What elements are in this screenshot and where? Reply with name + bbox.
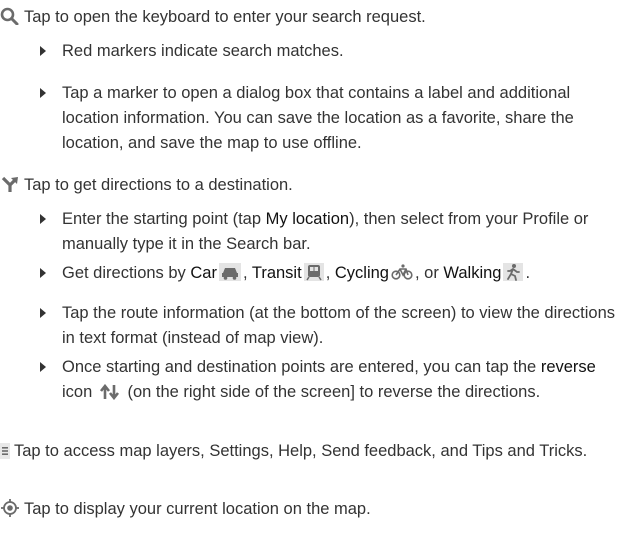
directions-bullet-4: Once starting and destination points are… (40, 355, 630, 408)
walking-icon (503, 263, 524, 289)
cycling-icon (391, 263, 413, 289)
bullet-marker (40, 214, 46, 224)
car-icon (218, 263, 241, 289)
walking-label: Walking (443, 264, 502, 282)
search-bullet-2: Tap a marker to open a dialog box that c… (40, 81, 630, 156)
bullet-text: Get directions by (62, 264, 191, 282)
bullet-marker (40, 46, 46, 56)
car-label: Car (190, 264, 217, 282)
transit-icon (303, 263, 324, 289)
bullet-marker (40, 88, 46, 98)
bullet-marker (40, 268, 46, 278)
bullet-text: Tap the route information (at the bottom… (62, 304, 616, 347)
bullet-text: Tap a marker to open a dialog box that c… (62, 84, 574, 152)
directions-item: Tap to get directions to a destination. (0, 173, 630, 201)
bullet-text-after: (on the right side of the screen] to rev… (122, 383, 541, 401)
help-page: Tap to open the keyboard to enter your s… (0, 0, 633, 533)
location-item: Tap to display your current location on … (0, 497, 630, 525)
bullet-marker (40, 362, 46, 372)
reverse-icon (99, 383, 121, 408)
bullet-text-end: . (525, 264, 531, 282)
bullet-text-before: Once starting and destination points are… (62, 358, 541, 376)
my-location-icon (0, 499, 20, 525)
bullet-marker (40, 308, 46, 318)
transit-label: Transit (251, 264, 302, 282)
directions-bullet-2: Get directions by Car, Transit, Cycling,… (40, 261, 630, 289)
reverse-label: reverse (540, 358, 596, 376)
search-bullet-1: Red markers indicate search matches. (40, 39, 630, 64)
search-item: Tap to open the keyboard to enter your s… (0, 5, 630, 33)
bullet-text-middle: icon (62, 383, 97, 401)
search-icon (0, 7, 20, 33)
bullet-text: Red markers indicate search matches. (62, 42, 344, 60)
directions-bullet-1: Enter the starting point (tap My locatio… (40, 207, 630, 257)
separator: , (325, 264, 335, 282)
directions-description: Tap to get directions to a destination. (24, 176, 293, 194)
search-description: Tap to open the keyboard to enter your s… (24, 8, 426, 26)
menu-icon (0, 442, 10, 467)
bullet-text-before: Enter the starting point (tap (62, 210, 266, 228)
directions-bullet-3: Tap the route information (at the bottom… (40, 301, 630, 351)
location-description: Tap to display your current location on … (24, 500, 371, 518)
layers-item: Tap to access map layers, Settings, Help… (0, 439, 630, 467)
my-location-label: My location (265, 210, 350, 228)
separator: , (242, 264, 252, 282)
directions-icon (0, 175, 20, 201)
separator: , or (414, 264, 444, 282)
cycling-label: Cycling (334, 264, 389, 282)
layers-description: Tap to access map layers, Settings, Help… (14, 442, 588, 460)
